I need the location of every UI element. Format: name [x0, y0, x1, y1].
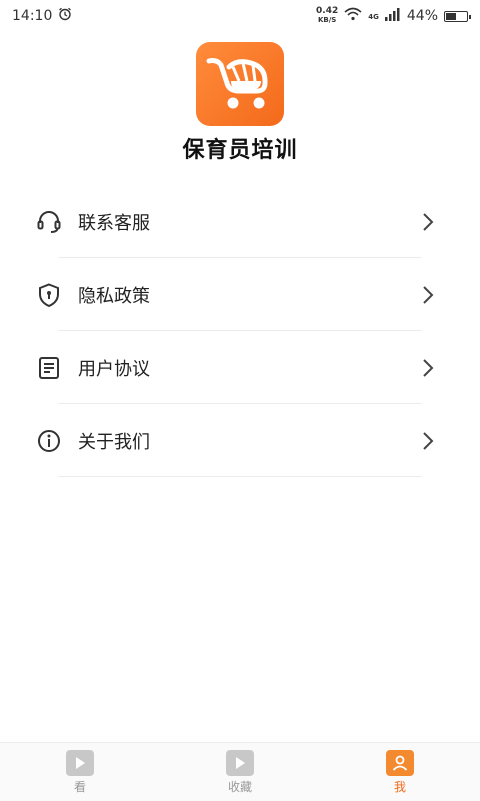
chevron-right-icon	[418, 428, 438, 454]
settings-menu: 联系客服 隐私政策 用户协议 关于我们	[0, 185, 480, 477]
user-icon	[386, 749, 414, 776]
status-bar: 14:10 0.42 KB/S 4G 44%	[0, 0, 480, 32]
signal-icon	[384, 7, 401, 25]
play-icon	[226, 749, 254, 776]
status-right: 0.42 KB/S 4G 44%	[316, 7, 471, 25]
battery-percent: 44%	[406, 8, 438, 24]
play-icon	[66, 749, 94, 776]
battery-fill	[446, 12, 456, 20]
document-icon	[36, 355, 62, 381]
menu-item-contact-support[interactable]: 联系客服	[0, 185, 480, 258]
tab-me[interactable]: 我	[320, 743, 480, 801]
app-header: 保育员培训	[0, 42, 480, 164]
divider	[58, 476, 422, 477]
bottom-tab-bar: 看 收藏 我	[0, 742, 480, 801]
menu-item-label: 隐私政策	[78, 286, 150, 307]
headset-icon	[36, 209, 62, 235]
app-title: 保育员培训	[182, 138, 298, 163]
status-time: 14:10	[12, 8, 53, 24]
tab-label: 我	[393, 779, 406, 794]
wifi-icon	[344, 7, 362, 25]
battery-icon	[444, 10, 471, 22]
chevron-right-icon	[418, 209, 438, 235]
net-speed-value: 0.42	[316, 6, 339, 16]
alarm-icon	[58, 7, 72, 25]
net-speed-unit: KB/S	[317, 16, 337, 24]
chevron-right-icon	[418, 282, 438, 308]
menu-item-user-agreement[interactable]: 用户协议	[0, 331, 480, 404]
info-icon	[36, 428, 62, 454]
network-label: 4G	[368, 13, 379, 21]
menu-item-privacy-policy[interactable]: 隐私政策	[0, 258, 480, 331]
shield-lock-icon	[36, 282, 62, 308]
net-speed: 0.42 KB/S	[316, 7, 338, 25]
shopping-cart-icon	[196, 42, 284, 126]
menu-item-about-us[interactable]: 关于我们	[0, 404, 480, 477]
tab-favorites[interactable]: 收藏	[160, 743, 320, 801]
tab-watch[interactable]: 看	[0, 743, 160, 801]
tab-label: 收藏	[227, 779, 252, 794]
chevron-right-icon	[418, 355, 438, 381]
menu-item-label: 关于我们	[78, 432, 150, 453]
menu-item-label: 用户协议	[78, 359, 150, 380]
menu-item-label: 联系客服	[78, 213, 150, 234]
status-left: 14:10	[12, 7, 72, 25]
tab-label: 看	[73, 779, 86, 794]
